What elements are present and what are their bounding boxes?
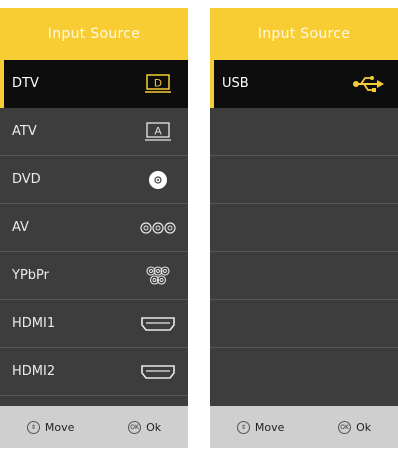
ok-button-icon: OK bbox=[128, 420, 142, 434]
source-item-dtv[interactable]: DTV D bbox=[0, 59, 188, 108]
empty-row bbox=[210, 204, 398, 252]
hdmi-port-icon bbox=[138, 358, 178, 386]
move-label: Move bbox=[254, 420, 285, 434]
source-label: DTV bbox=[12, 76, 39, 91]
source-label: AV bbox=[12, 220, 29, 235]
svg-text:A: A bbox=[154, 125, 162, 137]
source-list: DTV D ATV A DVD AV YPbPr HDMI1 HDMI2 bbox=[0, 59, 188, 396]
source-label: DVD bbox=[12, 172, 41, 187]
ok-hint: OK Ok bbox=[338, 420, 372, 434]
navigate-updown-icon: ⇕ bbox=[26, 420, 40, 434]
av-rca-icon bbox=[138, 214, 178, 242]
source-item-atv[interactable]: ATV A bbox=[0, 108, 188, 156]
source-item-av[interactable]: AV bbox=[0, 204, 188, 252]
panel-footer: ⇕ Move OK Ok bbox=[0, 406, 188, 448]
hdmi-port-icon bbox=[138, 310, 178, 338]
navigate-updown-icon: ⇕ bbox=[236, 420, 250, 434]
source-item-ypbpr[interactable]: YPbPr bbox=[0, 252, 188, 300]
ok-hint: OK Ok bbox=[128, 420, 162, 434]
svg-text:D: D bbox=[154, 77, 162, 89]
source-label: HDMI2 bbox=[12, 364, 56, 379]
ok-button-icon: OK bbox=[338, 420, 352, 434]
dtv-icon: D bbox=[138, 70, 178, 98]
source-item-usb[interactable]: USB bbox=[210, 59, 398, 108]
atv-icon: A bbox=[138, 118, 178, 146]
source-item-hdmi2[interactable]: HDMI2 bbox=[0, 348, 188, 396]
move-hint: ⇕ Move bbox=[236, 420, 285, 434]
ok-label: Ok bbox=[356, 420, 372, 434]
move-label: Move bbox=[44, 420, 75, 434]
source-item-hdmi1[interactable]: HDMI1 bbox=[0, 300, 188, 348]
input-source-panel-right: Input Source USB ⇕ Move OK Ok bbox=[210, 8, 398, 448]
move-hint: ⇕ Move bbox=[26, 420, 75, 434]
ok-label: Ok bbox=[146, 420, 162, 434]
empty-row bbox=[210, 252, 398, 300]
source-item-dvd[interactable]: DVD bbox=[0, 156, 188, 204]
source-label: ATV bbox=[12, 124, 37, 139]
source-label: USB bbox=[222, 76, 249, 91]
component-icon bbox=[138, 262, 178, 290]
empty-row bbox=[210, 156, 398, 204]
source-label: YPbPr bbox=[12, 268, 49, 283]
empty-row bbox=[210, 348, 398, 396]
panel-title: Input Source bbox=[210, 8, 398, 60]
disc-icon bbox=[138, 166, 178, 194]
panel-title: Input Source bbox=[0, 8, 188, 60]
usb-icon bbox=[348, 70, 388, 98]
input-source-panel-left: Input Source DTV D ATV A DVD AV YPbPr HD… bbox=[0, 8, 188, 448]
source-label: HDMI1 bbox=[12, 316, 56, 331]
panel-footer: ⇕ Move OK Ok bbox=[210, 406, 398, 448]
empty-row bbox=[210, 300, 398, 348]
source-list: USB bbox=[210, 59, 398, 396]
empty-row bbox=[210, 108, 398, 156]
